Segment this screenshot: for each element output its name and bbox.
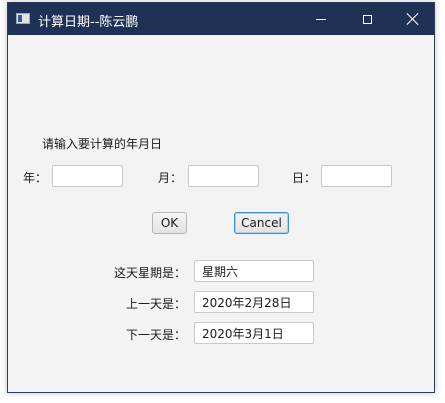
year-label: 年： <box>23 171 48 185</box>
window-title: 计算日期--陈云鹏 <box>38 15 139 30</box>
input-prompt: 请输入要计算的年月日 <box>42 137 163 151</box>
day-label: 日： <box>292 171 317 185</box>
weekday-label: 这天星期是： <box>114 266 187 280</box>
minimize-button[interactable] <box>298 3 344 35</box>
prev-day-output[interactable] <box>194 291 314 313</box>
app-window-icon <box>16 13 30 24</box>
prev-day-label: 上一天是： <box>126 297 187 311</box>
cancel-button[interactable]: Cancel <box>234 212 289 234</box>
month-input[interactable] <box>188 165 259 187</box>
close-icon <box>407 13 419 25</box>
minimize-icon <box>316 18 326 20</box>
next-day-label: 下一天是： <box>126 328 187 342</box>
next-day-output[interactable] <box>194 322 314 344</box>
month-label: 月： <box>158 171 183 185</box>
ok-button[interactable]: OK <box>152 212 187 234</box>
maximize-button[interactable] <box>344 3 390 35</box>
year-input[interactable] <box>52 165 123 187</box>
day-input[interactable] <box>321 165 392 187</box>
maximize-icon <box>362 14 372 24</box>
dialog-window: 计算日期--陈云鹏 请输入要计算的年月日 年： 月： 日： OK Cancel … <box>7 2 435 393</box>
title-bar[interactable]: 计算日期--陈云鹏 <box>8 3 434 35</box>
weekday-output[interactable] <box>194 260 314 282</box>
close-button[interactable] <box>390 3 436 35</box>
